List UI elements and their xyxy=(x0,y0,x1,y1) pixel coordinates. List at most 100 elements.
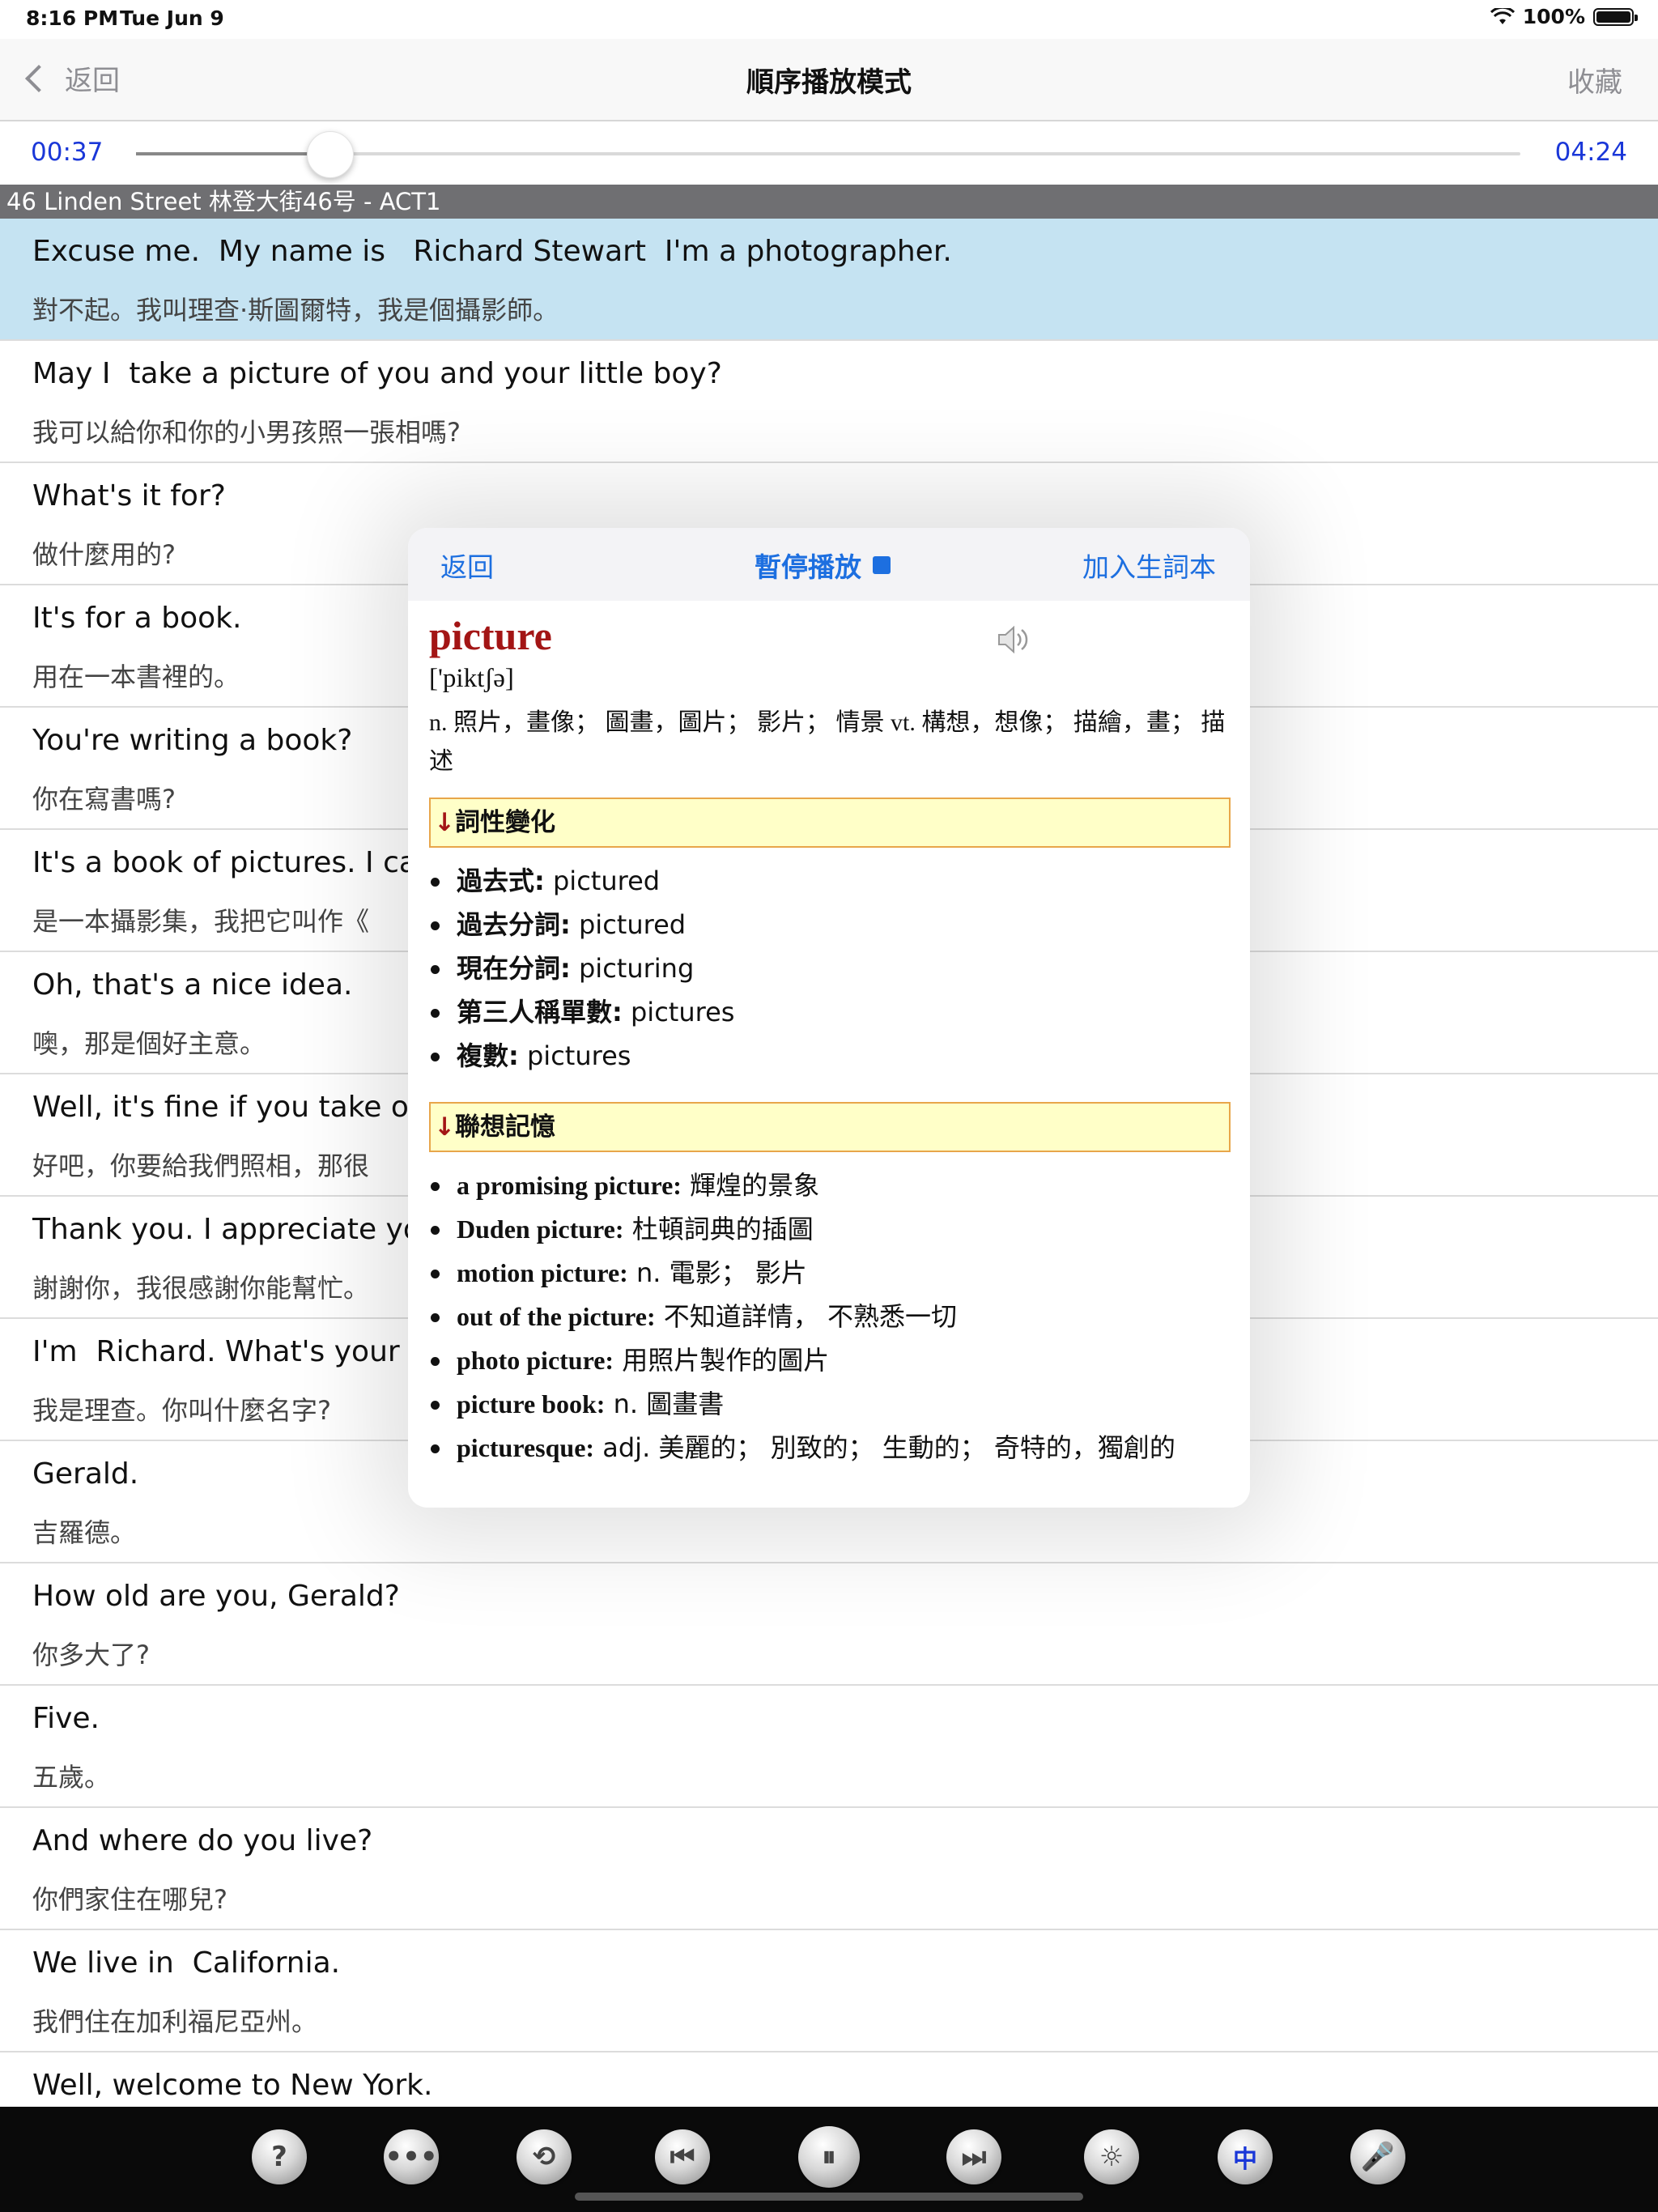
wifi-icon xyxy=(1490,7,1515,24)
item-value: 用照片製作的圖片 xyxy=(614,1345,830,1376)
item-value: picturing xyxy=(570,953,695,984)
sentence-english: You're writing a book? xyxy=(32,724,353,757)
popup-back-button[interactable]: 返回 xyxy=(440,546,494,585)
sentence-chinese: 好吧，你要給我們照相，那很 xyxy=(32,1151,370,1181)
sentence-english: It's for a book. xyxy=(32,602,242,635)
list-item: 過去分詞: pictured xyxy=(429,903,1231,946)
status-bar: 8:16 PM Tue Jun 9 100% xyxy=(0,0,1658,39)
sentence-chinese: 吉羅德。 xyxy=(32,1517,137,1548)
item-value: 杜頓詞典的插圖 xyxy=(623,1214,814,1244)
sentence-english: Well, welcome to New York. xyxy=(32,2069,433,2102)
sentence-chinese: 你多大了? xyxy=(32,1640,150,1670)
arrow-down-icon: ↓ xyxy=(434,808,455,837)
progress-fill xyxy=(136,152,330,155)
item-value: 輝煌的景象 xyxy=(681,1170,820,1201)
speaker-icon[interactable] xyxy=(996,623,1031,656)
item-label: out of the picture: xyxy=(457,1302,656,1331)
pause-playback-button[interactable]: 暫停播放 xyxy=(755,546,891,585)
sentence-row[interactable]: Five. 五歲。 xyxy=(0,1686,1658,1808)
status-time: 8:16 PM xyxy=(26,6,119,30)
item-label: motion picture: xyxy=(457,1258,628,1287)
list-item: out of the picture: 不知道詳情， 不熟悉一切 xyxy=(429,1295,1231,1338)
item-value: pictured xyxy=(570,909,687,940)
association-title: 聯想記憶 xyxy=(454,1112,555,1142)
item-label: photo picture: xyxy=(457,1346,614,1375)
list-item: motion picture: n. 電影； 影片 xyxy=(429,1251,1231,1295)
sentence-english: Excuse me. My name is Richard Stewart I'… xyxy=(32,235,952,268)
item-label: 現在分詞: xyxy=(457,953,571,984)
section-header: 46 Linden Street 林登大街46号 - ACT1 xyxy=(0,185,1658,219)
item-label: 第三人稱單數: xyxy=(457,997,623,1027)
sentence-row[interactable]: Excuse me. My name is Richard Stewart I'… xyxy=(0,219,1658,341)
arrow-down-icon: ↓ xyxy=(434,1112,455,1142)
sentence-english: Oh, that's a nice idea. xyxy=(32,968,353,1002)
list-item: Duden picture: 杜頓詞典的插圖 xyxy=(429,1207,1231,1251)
sentence-row[interactable]: We live in California. 我們住在加利福尼亞州。 xyxy=(0,1930,1658,2052)
item-label: 過去分詞: xyxy=(457,909,571,940)
help-button[interactable]: ? xyxy=(252,2129,307,2184)
battery-percent: 100% xyxy=(1522,5,1585,28)
slider-thumb[interactable] xyxy=(307,131,355,178)
word-forms-list: 過去式: pictured 過去分詞: pictured 現在分詞: picturi… xyxy=(429,859,1231,1078)
sentence-english: Thank you. I appreciate you xyxy=(32,1213,440,1246)
progress-slider[interactable] xyxy=(136,131,1520,178)
sentence-english: I'm Richard. What's your na xyxy=(32,1335,446,1368)
sentence-row[interactable]: Well, welcome to New York. xyxy=(0,2052,1658,2107)
sentence-english: Gerald. xyxy=(32,1457,139,1491)
pause-button[interactable]: ⏸ xyxy=(798,2126,860,2188)
current-time: 00:37 xyxy=(31,138,104,167)
page-title: 順序播放模式 xyxy=(746,66,912,99)
word-forms-title: 詞性變化 xyxy=(454,808,555,837)
sentence-chinese: 我們住在加利福尼亞州。 xyxy=(32,2006,318,2037)
item-value: n. 電影； 影片 xyxy=(627,1257,807,1288)
list-item: 第三人稱單數: pictures xyxy=(429,990,1231,1034)
association-header[interactable]: ↓聯想記憶 xyxy=(429,1102,1231,1152)
sentence-chinese: 用在一本書裡的。 xyxy=(32,661,240,692)
item-value: pictures xyxy=(622,997,735,1027)
previous-button[interactable]: ⏮ xyxy=(655,2129,710,2184)
more-button[interactable]: ••• xyxy=(384,2129,439,2184)
sentence-chinese: 噢，那是個好主意。 xyxy=(32,1028,266,1059)
sentence-english: How old are you, Gerald? xyxy=(32,1580,400,1613)
sentence-chinese: 謝謝你，我很感謝你能幫忙。 xyxy=(32,1273,370,1304)
dictionary-entry: picture ['piktʃə] n. 照片，畫像； 圖畫，圖片； 影片； 情… xyxy=(429,612,1231,1470)
sentence-chinese: 我是理查。你叫什麼名字? xyxy=(32,1395,331,1426)
sentence-row[interactable]: How old are you, Gerald? 你多大了? xyxy=(0,1563,1658,1686)
stop-icon xyxy=(873,556,891,574)
item-value: n. 圖畫書 xyxy=(605,1389,725,1419)
battery-icon xyxy=(1593,7,1638,26)
headword: picture xyxy=(429,613,552,658)
sentence-english: What's it for? xyxy=(32,479,226,513)
favorite-button[interactable]: 收藏 xyxy=(1567,60,1622,100)
list-item: 過去式: pictured xyxy=(429,859,1231,903)
item-value: adj. 美麗的； 別致的； 生動的； 奇特的，獨創的 xyxy=(594,1432,1175,1463)
sentence-row[interactable]: And where do you live? 你們家住在哪兒? xyxy=(0,1808,1658,1930)
list-item: picture book: n. 圖畫書 xyxy=(429,1382,1231,1426)
sentence-english: And where do you live? xyxy=(32,1824,373,1857)
item-label: 過去式: xyxy=(457,866,545,896)
status-date: Tue Jun 9 xyxy=(120,6,224,30)
item-label: a promising picture: xyxy=(457,1171,682,1200)
sentence-english: May I take a picture of you and your lit… xyxy=(32,357,722,390)
item-label: picture book: xyxy=(457,1389,606,1419)
repeat-button[interactable]: ⟲ xyxy=(517,2129,572,2184)
next-button[interactable]: ⏭ xyxy=(946,2129,1001,2184)
navigation-bar: 返回 順序播放模式 收藏 xyxy=(0,39,1658,121)
sentence-english: Well, it's fine if you take our xyxy=(32,1091,440,1124)
item-label: 複數: xyxy=(457,1040,519,1071)
brightness-button[interactable]: ☼ xyxy=(1084,2129,1139,2184)
sentence-chinese: 五歲。 xyxy=(32,1762,111,1793)
definition: n. 照片，畫像； 圖畫，圖片； 影片； 情景 vt. 構想，想像； 描繪，畫；… xyxy=(429,709,1226,775)
word-forms-header[interactable]: ↓詞性變化 xyxy=(429,798,1231,848)
sentence-row[interactable]: May I take a picture of you and your lit… xyxy=(0,341,1658,463)
sentence-english: Five. xyxy=(32,1702,100,1735)
item-label: picturesque: xyxy=(457,1433,595,1462)
status-right: 100% xyxy=(1490,5,1638,28)
audio-player: 00:37 04:24 xyxy=(0,121,1658,185)
list-item: photo picture: 用照片製作的圖片 xyxy=(429,1338,1231,1382)
add-to-vocabulary-button[interactable]: 加入生詞本 xyxy=(1082,546,1216,585)
chinese-toggle-button[interactable]: 中 xyxy=(1218,2129,1273,2184)
sentence-chinese: 你們家住在哪兒? xyxy=(32,1884,227,1915)
record-button[interactable]: 🎤 xyxy=(1350,2129,1405,2184)
list-item: picturesque: adj. 美麗的； 別致的； 生動的； 奇特的，獨創的 xyxy=(429,1426,1231,1470)
